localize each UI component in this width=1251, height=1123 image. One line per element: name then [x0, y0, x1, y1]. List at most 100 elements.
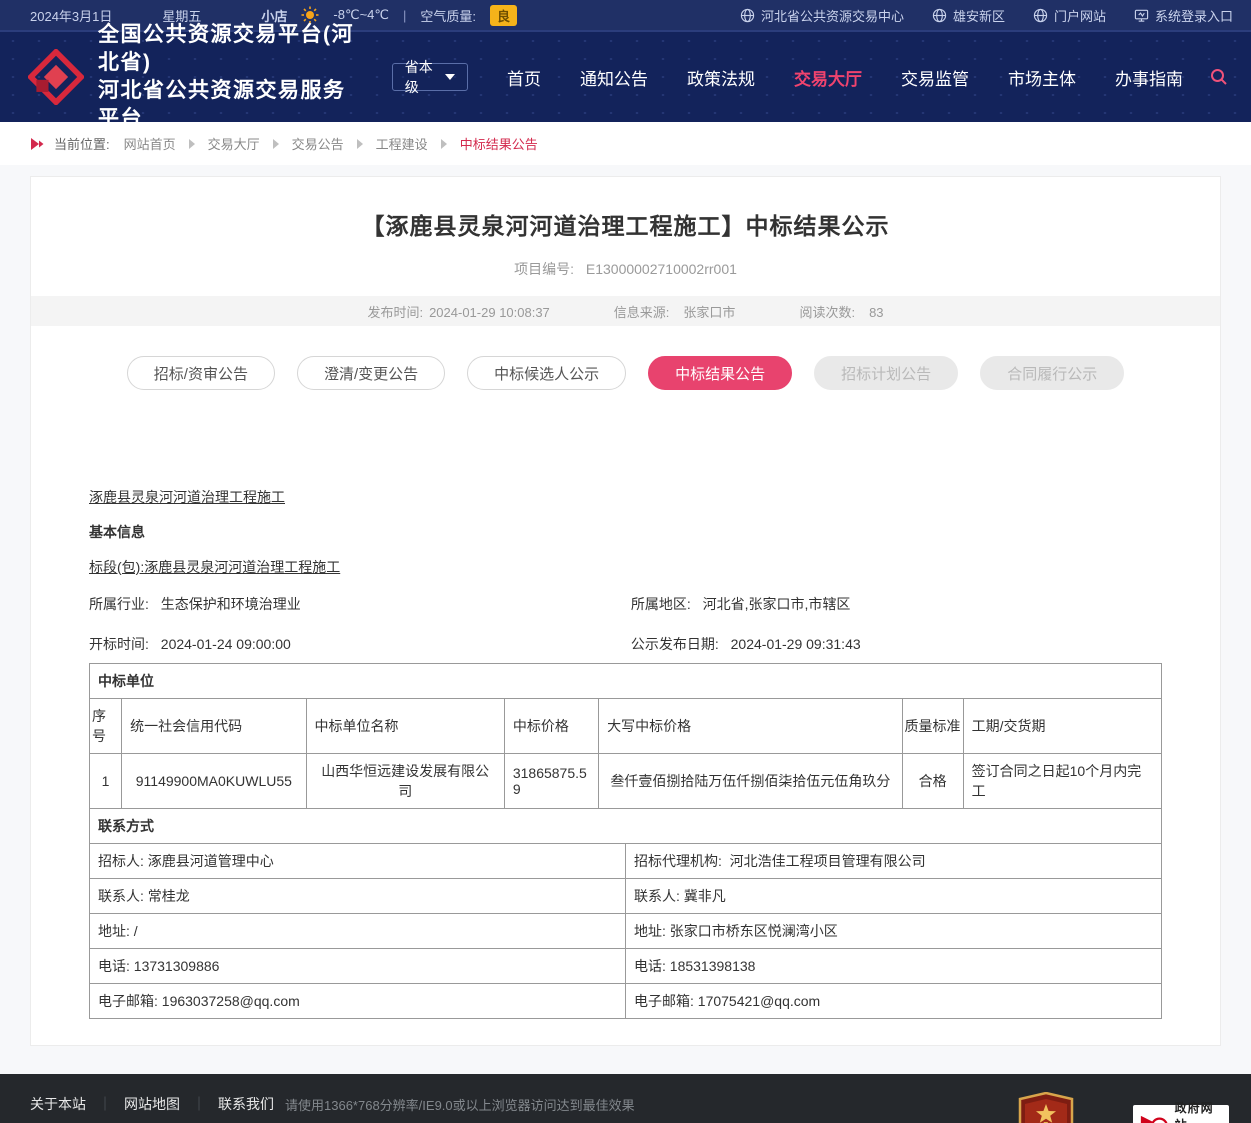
- table-row: 招标人: 涿鹿县河道管理中心 招标代理机构: 河北浩佳工程项目管理有限公司: [90, 844, 1162, 879]
- info-row-industry-region: 所属行业: 生态保护和环境治理业 所属地区: 河北省,张家口市,市辖区: [89, 594, 1162, 614]
- cell-quality: 合格: [902, 754, 963, 809]
- cell-agency: 招标代理机构: 河北浩佳工程项目管理有限公司: [626, 844, 1162, 879]
- tab-plan-announcement: 招标计划公告: [814, 356, 958, 390]
- table-row: 中标单位: [90, 664, 1162, 699]
- topbar-links: 河北省公共资源交易中心 雄安新区 门户网站 系统登录入口: [712, 6, 1233, 25]
- tab-contract-performance: 合同履行公示: [980, 356, 1124, 390]
- contact-section-title: 联系方式: [90, 809, 1162, 844]
- cell-seq: 1: [90, 754, 122, 809]
- table-row: 联系方式: [90, 809, 1162, 844]
- tab-result-announcement[interactable]: 中标结果公告: [648, 356, 792, 390]
- col-header-seq: 序号: [90, 699, 122, 754]
- table-row: 地址: / 地址: 张家口市桥东区悦澜湾小区: [90, 914, 1162, 949]
- find-error-badge-text: 政府网站 找错: [1175, 1099, 1223, 1123]
- cell-phone-right: 电话: 18531398138: [626, 949, 1162, 984]
- region-selector-dropdown[interactable]: 省本级: [392, 63, 468, 91]
- link-hebei-trading-center[interactable]: 河北省公共资源交易中心: [740, 6, 904, 25]
- link-system-login[interactable]: 系统登录入口: [1134, 6, 1233, 25]
- nav-item-market-entities[interactable]: 市场主体: [1008, 65, 1076, 90]
- search-icon[interactable]: [1209, 67, 1229, 87]
- lot-package-text: 标段(包):涿鹿县灵泉河河道治理工程施工: [89, 560, 1162, 574]
- nav-item-trading-hall[interactable]: 交易大厅: [794, 65, 862, 90]
- chevron-down-icon: [445, 74, 455, 80]
- notice-type-tabs: 招标/资审公告 澄清/变更公告 中标候选人公示 中标结果公告 招标计划公告 合同…: [31, 356, 1220, 390]
- nav-item-guide[interactable]: 办事指南: [1115, 65, 1183, 90]
- cell-tenderer: 招标人: 涿鹿县河道管理中心: [90, 844, 626, 879]
- info-source: 信息来源:张家口市: [614, 302, 736, 321]
- nav-item-notices[interactable]: 通知公告: [580, 65, 648, 90]
- breadcrumb-label: 当前位置:: [54, 134, 110, 153]
- winner-table: 中标单位 序号 统一社会信用代码 中标单位名称 中标价格 大写中标价格 质量标准…: [89, 663, 1162, 809]
- link-portal[interactable]: 门户网站: [1033, 6, 1106, 25]
- col-header-credit-code: 统一社会信用代码: [122, 699, 306, 754]
- table-row: 联系人: 常桂龙 联系人: 冀非凡: [90, 879, 1162, 914]
- breadcrumb-item-current[interactable]: 中标结果公告: [460, 134, 538, 153]
- breadcrumb-item-trade-notices[interactable]: 交易公告: [292, 134, 344, 153]
- col-header-price: 中标价格: [504, 699, 598, 754]
- field-region: 所属地区: 河北省,张家口市,市辖区: [631, 594, 1162, 614]
- view-count: 阅读次数:83: [799, 302, 883, 321]
- info-row-dates: 开标时间: 2024-01-24 09:00:00 公示发布日期: 2024-0…: [89, 634, 1162, 654]
- globe-icon: [932, 8, 947, 23]
- tab-candidate-publicity[interactable]: 中标候选人公示: [467, 356, 626, 390]
- project-number-line: 项目编号: E13000002710002rr001: [31, 259, 1220, 279]
- link-xiongan[interactable]: 雄安新区: [932, 6, 1005, 25]
- cell-price-caps: 叁仟壹佰捌拾陆万伍仟捌佰柒拾伍元伍角玖分: [599, 754, 902, 809]
- publish-meta-bar: 发布时间:2024-01-29 10:08:37 信息来源:张家口市 阅读次数:…: [31, 296, 1220, 326]
- site-title: 全国公共资源交易平台(河北省) 河北省公共资源交易服务平台: [98, 21, 362, 133]
- globe-icon: [1033, 8, 1048, 23]
- page: 2024年3月1日 星期五 小店 -8℃~4℃ | 空气质量: 良 河北省公共资…: [0, 0, 1251, 1123]
- footer-link-contact[interactable]: 联系我们: [218, 1094, 274, 1114]
- project-number-value: E13000002710002rr001: [586, 261, 737, 277]
- tab-tender-announcement[interactable]: 招标/资审公告: [127, 356, 275, 390]
- col-header-quality: 质量标准: [902, 699, 963, 754]
- breadcrumb-item-engineering[interactable]: 工程建设: [376, 134, 428, 153]
- field-bid-opening-time: 开标时间: 2024-01-24 09:00:00: [89, 634, 631, 654]
- table-row: 电话: 13731309886 电话: 18531398138: [90, 949, 1162, 984]
- col-header-winner-name: 中标单位名称: [306, 699, 504, 754]
- footer-link-about[interactable]: 关于本站: [30, 1094, 86, 1114]
- article-panel: 【涿鹿县灵泉河河道治理工程施工】中标结果公示 项目编号: E1300000271…: [30, 176, 1221, 1046]
- winner-section-title: 中标单位: [90, 664, 1162, 699]
- breadcrumb-item-trading-hall[interactable]: 交易大厅: [208, 134, 260, 153]
- site-logo-icon: [28, 49, 84, 105]
- field-industry: 所属行业: 生态保护和环境治理业: [89, 594, 631, 614]
- party-gov-badge[interactable]: 党政机关: [1017, 1092, 1075, 1123]
- site-footer: 关于本站 ｜ 网站地图 ｜ 联系我们 请使用1366*768分辨率/IE9.0或…: [0, 1074, 1251, 1123]
- contact-table: 联系方式 招标人: 涿鹿县河道管理中心 招标代理机构: 河北浩佳工程项目管理有限…: [89, 808, 1162, 1019]
- cell-email-left: 电子邮箱: 1963037258@qq.com: [90, 984, 626, 1019]
- nav-item-home[interactable]: 首页: [507, 65, 541, 90]
- article-body: 涿鹿县灵泉河河道治理工程施工 基本信息 标段(包):涿鹿县灵泉河河道治理工程施工…: [31, 490, 1220, 1019]
- breadcrumb-separator-icon: [189, 139, 195, 149]
- footer-badges: 党政机关 政府网站 找错: [1017, 1092, 1229, 1123]
- topbar-separator: |: [403, 8, 406, 23]
- publish-time: 发布时间:2024-01-29 10:08:37: [367, 302, 549, 321]
- table-row: 电子邮箱: 1963037258@qq.com 电子邮箱: 17075421@q…: [90, 984, 1162, 1019]
- cell-address-left: 地址: /: [90, 914, 626, 949]
- tab-clarification[interactable]: 澄清/变更公告: [297, 356, 445, 390]
- footer-link-sitemap[interactable]: 网站地图: [124, 1094, 180, 1114]
- project-name-text: 涿鹿县灵泉河河道治理工程施工: [89, 490, 1162, 504]
- table-row: 序号 统一社会信用代码 中标单位名称 中标价格 大写中标价格 质量标准 工期/交…: [90, 699, 1162, 754]
- gov-site-error-report-badge[interactable]: 政府网站 找错: [1133, 1105, 1229, 1123]
- nav-item-policies[interactable]: 政策法规: [687, 65, 755, 90]
- main-nav: 首页 通知公告 政策法规 交易大厅 交易监管 市场主体 办事指南: [468, 65, 1229, 90]
- breadcrumb-separator-icon: [357, 139, 363, 149]
- breadcrumb-item-home[interactable]: 网站首页: [124, 134, 176, 153]
- cell-price: 31865875.59: [504, 754, 598, 809]
- browser-notice: 请使用1366*768分辨率/IE9.0或以上浏览器访问达到最佳效果: [285, 1095, 635, 1114]
- cell-contact-left: 联系人: 常桂龙: [90, 879, 626, 914]
- footer-links: 关于本站 ｜ 网站地图 ｜ 联系我们: [30, 1094, 285, 1114]
- field-publicity-date: 公示发布日期: 2024-01-29 09:31:43: [631, 634, 1162, 654]
- cell-period: 签订合同之日起10个月内完工: [963, 754, 1161, 809]
- section-basic-info-heading: 基本信息: [89, 525, 1162, 539]
- cell-phone-left: 电话: 13731309886: [90, 949, 626, 984]
- project-number-label: 项目编号:: [514, 261, 574, 277]
- col-header-price-caps: 大写中标价格: [599, 699, 902, 754]
- nav-item-supervision[interactable]: 交易监管: [901, 65, 969, 90]
- main-area: 【涿鹿县灵泉河河道治理工程施工】中标结果公示 项目编号: E1300000271…: [0, 165, 1251, 1046]
- page-title: 【涿鹿县灵泉河河道治理工程施工】中标结果公示: [31, 177, 1220, 241]
- air-quality-label: 空气质量:: [420, 6, 476, 25]
- globe-icon: [740, 8, 755, 23]
- site-header: 全国公共资源交易平台(河北省) 河北省公共资源交易服务平台 省本级 首页 通知公…: [0, 32, 1251, 122]
